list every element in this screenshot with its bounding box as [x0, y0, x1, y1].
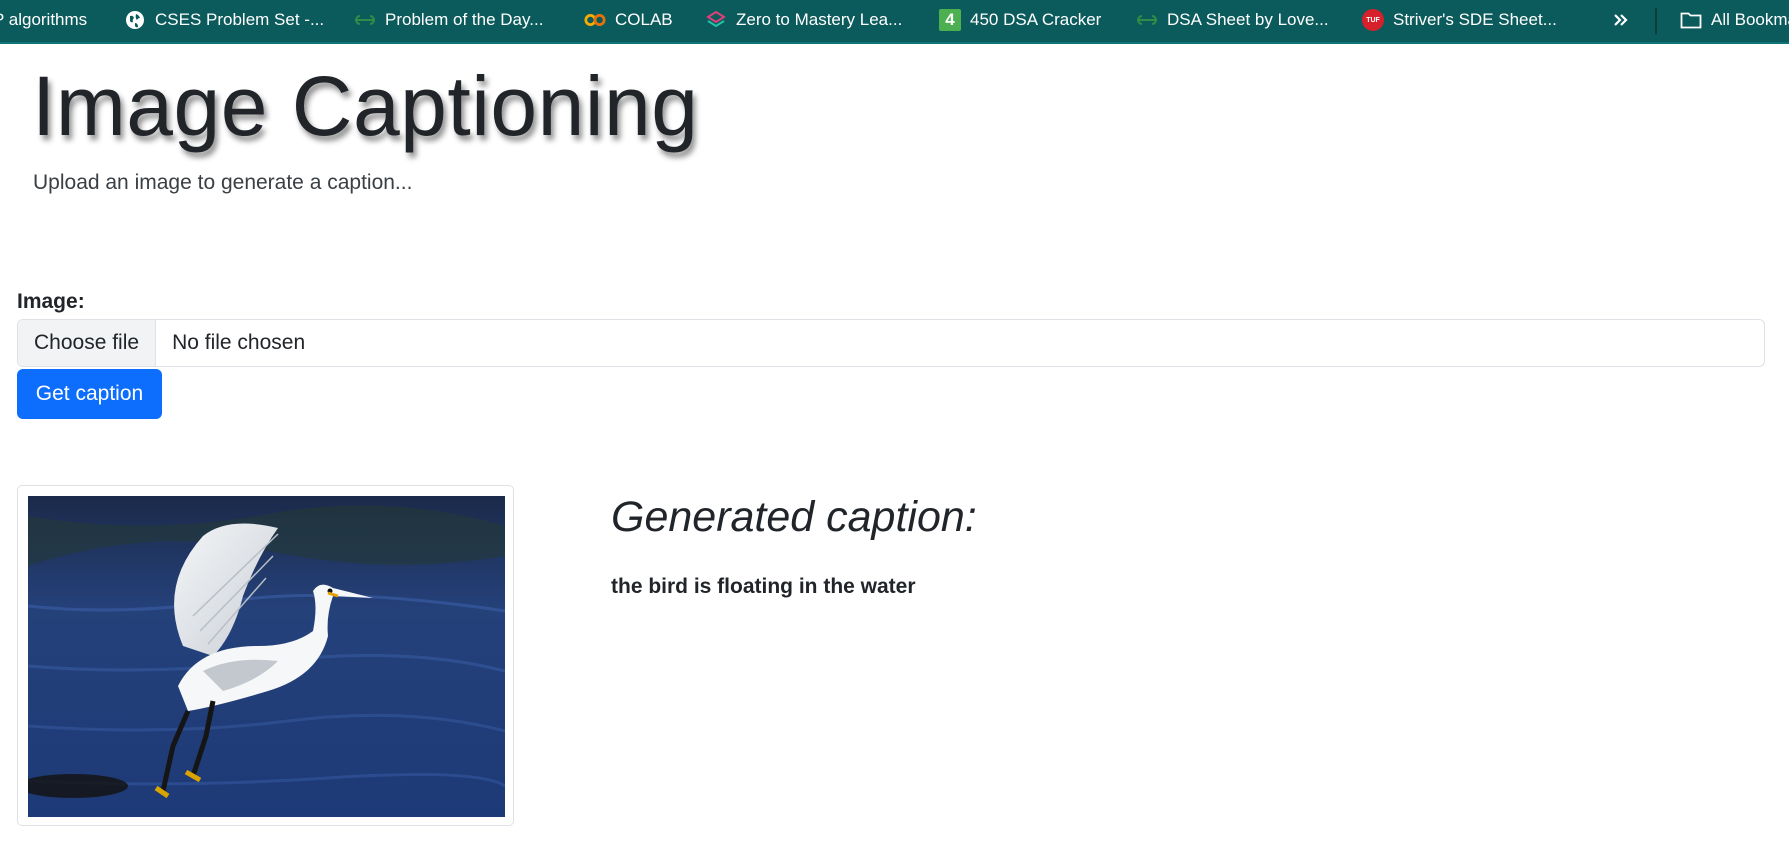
choose-file-button[interactable]: Choose file: [18, 320, 157, 366]
folder-icon: [1680, 9, 1702, 31]
bookmarks-bar: P algorithms CSES Problem Set -... Probl…: [0, 0, 1789, 44]
file-status-text: No file chosen: [172, 331, 306, 354]
bookmark-algorithms[interactable]: P algorithms: [0, 0, 87, 40]
bookmark-label: Problem of the Day...: [385, 10, 544, 29]
bookmark-label: Striver's SDE Sheet...: [1393, 10, 1557, 29]
bookmark-cses[interactable]: CSES Problem Set -...: [124, 0, 324, 40]
gfg-icon: [1136, 9, 1158, 31]
bookmark-label: COLAB: [615, 10, 673, 29]
get-caption-button[interactable]: Get caption: [17, 369, 162, 419]
image-file-input[interactable]: Choose file No file chosen: [17, 319, 1765, 367]
bookmark-label: 450 DSA Cracker: [970, 10, 1102, 29]
tuf-icon: TUF: [1362, 9, 1384, 31]
generated-caption: the bird is floating in the water: [611, 575, 916, 598]
bookmark-colab[interactable]: COLAB: [584, 0, 673, 40]
ztm-icon: [705, 9, 727, 31]
uploaded-image: [28, 496, 505, 817]
colab-icon: [584, 9, 606, 31]
image-field-label: Image:: [17, 290, 85, 313]
bookmarks-divider: [1655, 8, 1657, 34]
gfg-icon: [354, 9, 376, 31]
bookmark-label: Zero to Mastery Lea...: [736, 10, 903, 29]
bookmark-450-dsa[interactable]: 4 450 DSA Cracker: [939, 0, 1101, 40]
double-chevron-right-icon: [1610, 9, 1632, 31]
bookmarks-overflow-button[interactable]: [1610, 0, 1641, 40]
bookmark-zero-to-mastery[interactable]: Zero to Mastery Lea...: [705, 0, 902, 40]
caption-heading: Generated caption:: [611, 493, 977, 541]
number-4-icon: 4: [939, 9, 961, 31]
bookmark-label: P algorithms: [0, 10, 88, 29]
page-subtitle: Upload an image to generate a caption...: [33, 171, 413, 194]
image-preview-card: [17, 485, 514, 826]
bookmark-label: All Bookmarks: [1711, 10, 1789, 29]
bookmark-dsa-sheet-love[interactable]: DSA Sheet by Love...: [1136, 0, 1329, 40]
all-bookmarks-button[interactable]: All Bookmarks: [1680, 0, 1789, 40]
bookmark-label: DSA Sheet by Love...: [1167, 10, 1329, 29]
globe-icon: [124, 9, 146, 31]
bookmark-striver-sde[interactable]: TUF Striver's SDE Sheet...: [1362, 0, 1557, 40]
page-title: Image Captioning: [32, 59, 699, 153]
bookmark-label: CSES Problem Set -...: [155, 10, 325, 29]
bookmark-problem-of-the-day[interactable]: Problem of the Day...: [354, 0, 543, 40]
